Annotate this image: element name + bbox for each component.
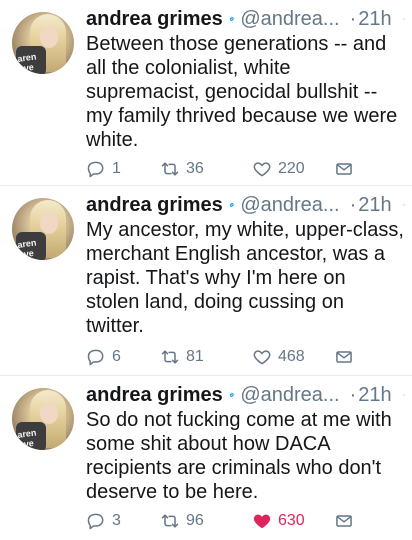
separator-dot: · xyxy=(349,194,357,216)
reply-count: 3 xyxy=(112,512,121,529)
like-count: 220 xyxy=(278,160,305,177)
reply-button[interactable]: 1 xyxy=(86,156,121,182)
heart-icon xyxy=(253,350,271,365)
avatar-face xyxy=(40,402,58,424)
display-name[interactable]: andrea grimes xyxy=(86,380,223,410)
reply-count: 6 xyxy=(112,348,121,365)
heart-filled-icon xyxy=(253,514,271,529)
verified-badge-icon xyxy=(229,16,234,22)
tweet-text: My ancestor, my white, upper-class, merc… xyxy=(86,219,404,337)
retweet-button[interactable]: 96 xyxy=(160,508,204,534)
tweet[interactable]: aren ave andrea grimes @andrea... · 21h M… xyxy=(0,186,412,376)
timestamp[interactable]: 21h xyxy=(358,4,391,34)
tweet-header: andrea grimes @andrea... · 21h xyxy=(86,190,406,220)
tweet-actions: 1 36 220 xyxy=(86,156,406,182)
chevron-down-icon[interactable] xyxy=(402,198,406,212)
retweet-icon xyxy=(161,514,179,528)
display-name[interactable]: andrea grimes xyxy=(86,190,223,220)
avatar-face xyxy=(40,212,58,234)
retweet-button[interactable]: 81 xyxy=(160,344,204,370)
tweet-text: Between those generations -- and all the… xyxy=(86,33,398,151)
like-count: 468 xyxy=(278,348,305,365)
chevron-down-icon[interactable] xyxy=(402,12,406,26)
tweet-thread: aren ave andrea grimes @andrea... · 21h B… xyxy=(0,0,412,540)
retweet-icon xyxy=(161,350,179,364)
tweet[interactable]: aren ave andrea grimes @andrea... · 21h B… xyxy=(0,0,412,186)
reply-count: 1 xyxy=(112,160,121,177)
reply-button[interactable]: 6 xyxy=(86,344,121,370)
retweet-count: 36 xyxy=(186,160,204,177)
avatar[interactable]: aren ave xyxy=(12,198,74,260)
retweet-button[interactable]: 36 xyxy=(160,156,204,182)
like-button[interactable]: 630 xyxy=(252,508,305,534)
retweet-count: 96 xyxy=(186,512,204,529)
retweet-icon xyxy=(161,162,179,176)
tweet-header: andrea grimes @andrea... · 21h xyxy=(86,4,406,34)
direct-message-button[interactable] xyxy=(334,156,354,182)
reply-button[interactable]: 3 xyxy=(86,508,121,534)
avatar-shirt-text: aren ave xyxy=(16,237,37,260)
envelope-icon xyxy=(336,163,352,175)
tweet-text: So do not fucking come at me with some s… xyxy=(86,409,392,503)
tweet-actions: 3 96 630 xyxy=(86,508,406,534)
reply-icon xyxy=(87,349,104,366)
handle[interactable]: @andrea... xyxy=(240,190,339,220)
avatar[interactable]: aren ave xyxy=(12,12,74,74)
reply-icon xyxy=(87,161,104,178)
like-button[interactable]: 220 xyxy=(252,156,305,182)
chevron-down-icon[interactable] xyxy=(402,388,406,402)
direct-message-button[interactable] xyxy=(334,508,354,534)
avatar-face xyxy=(40,26,58,48)
avatar-shirt-text: aren ave xyxy=(16,51,37,74)
timestamp[interactable]: 21h xyxy=(358,380,391,410)
reply-icon xyxy=(87,513,104,530)
separator-dot: · xyxy=(349,8,357,30)
avatar[interactable]: aren ave xyxy=(12,388,74,450)
heart-icon xyxy=(253,162,271,177)
direct-message-button[interactable] xyxy=(334,344,354,370)
like-button[interactable]: 468 xyxy=(252,344,305,370)
display-name[interactable]: andrea grimes xyxy=(86,4,223,34)
tweet[interactable]: aren ave andrea grimes @andrea... · 21h S… xyxy=(0,376,412,540)
handle[interactable]: @andrea... xyxy=(240,380,339,410)
separator-dot: · xyxy=(349,384,357,406)
verified-badge-icon xyxy=(229,202,234,208)
envelope-icon xyxy=(336,351,352,363)
timestamp[interactable]: 21h xyxy=(358,190,391,220)
envelope-icon xyxy=(336,515,352,527)
verified-badge-icon xyxy=(229,392,234,398)
avatar-shirt-text: aren ave xyxy=(16,427,37,450)
tweet-actions: 6 81 468 xyxy=(86,344,406,370)
tweet-header: andrea grimes @andrea... · 21h xyxy=(86,380,406,410)
retweet-count: 81 xyxy=(186,348,204,365)
handle[interactable]: @andrea... xyxy=(240,4,339,34)
like-count: 630 xyxy=(278,512,305,529)
